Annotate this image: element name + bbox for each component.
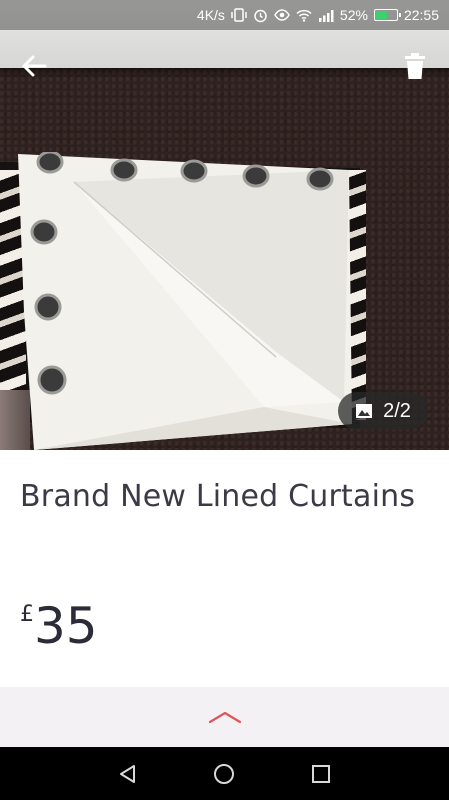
listing-info: Brand New Lined Curtains £35 xyxy=(0,450,449,687)
arrow-left-icon xyxy=(22,55,47,77)
system-nav-bar xyxy=(0,747,449,800)
alarm-icon xyxy=(253,8,268,23)
signal-icon xyxy=(318,9,334,22)
nav-back-button[interactable] xyxy=(108,754,148,794)
circle-home-icon xyxy=(214,763,235,784)
delete-button[interactable] xyxy=(395,46,435,86)
image-icon xyxy=(356,404,373,418)
triangle-back-icon xyxy=(120,764,136,783)
square-recents-icon xyxy=(311,764,330,783)
network-speed: 4K/s xyxy=(196,7,225,23)
chevron-up-icon xyxy=(208,711,241,724)
photo-wall-shadow xyxy=(0,68,449,78)
wifi-icon xyxy=(296,9,312,22)
nav-recents-button[interactable] xyxy=(301,754,341,794)
price-currency: £ xyxy=(20,602,34,627)
vibrate-icon xyxy=(231,8,247,22)
photo-curtain xyxy=(14,152,354,450)
battery-icon xyxy=(373,9,401,21)
image-counter-text: 2/2 xyxy=(383,399,411,422)
eye-icon xyxy=(274,9,290,21)
back-button[interactable] xyxy=(14,46,54,86)
image-counter: 2/2 xyxy=(338,392,428,430)
clock-time: 22:55 xyxy=(403,7,439,23)
trash-icon xyxy=(405,53,425,79)
battery-percent: 52% xyxy=(339,7,368,23)
listing-photo[interactable] xyxy=(0,0,449,450)
price-amount: 35 xyxy=(34,597,98,655)
expand-details-button[interactable] xyxy=(0,687,449,747)
listing-price: £35 xyxy=(20,598,98,654)
status-bar: 4K/s 52% 22:55 xyxy=(0,0,449,30)
nav-home-button[interactable] xyxy=(204,754,244,794)
listing-title: Brand New Lined Curtains xyxy=(20,479,416,514)
